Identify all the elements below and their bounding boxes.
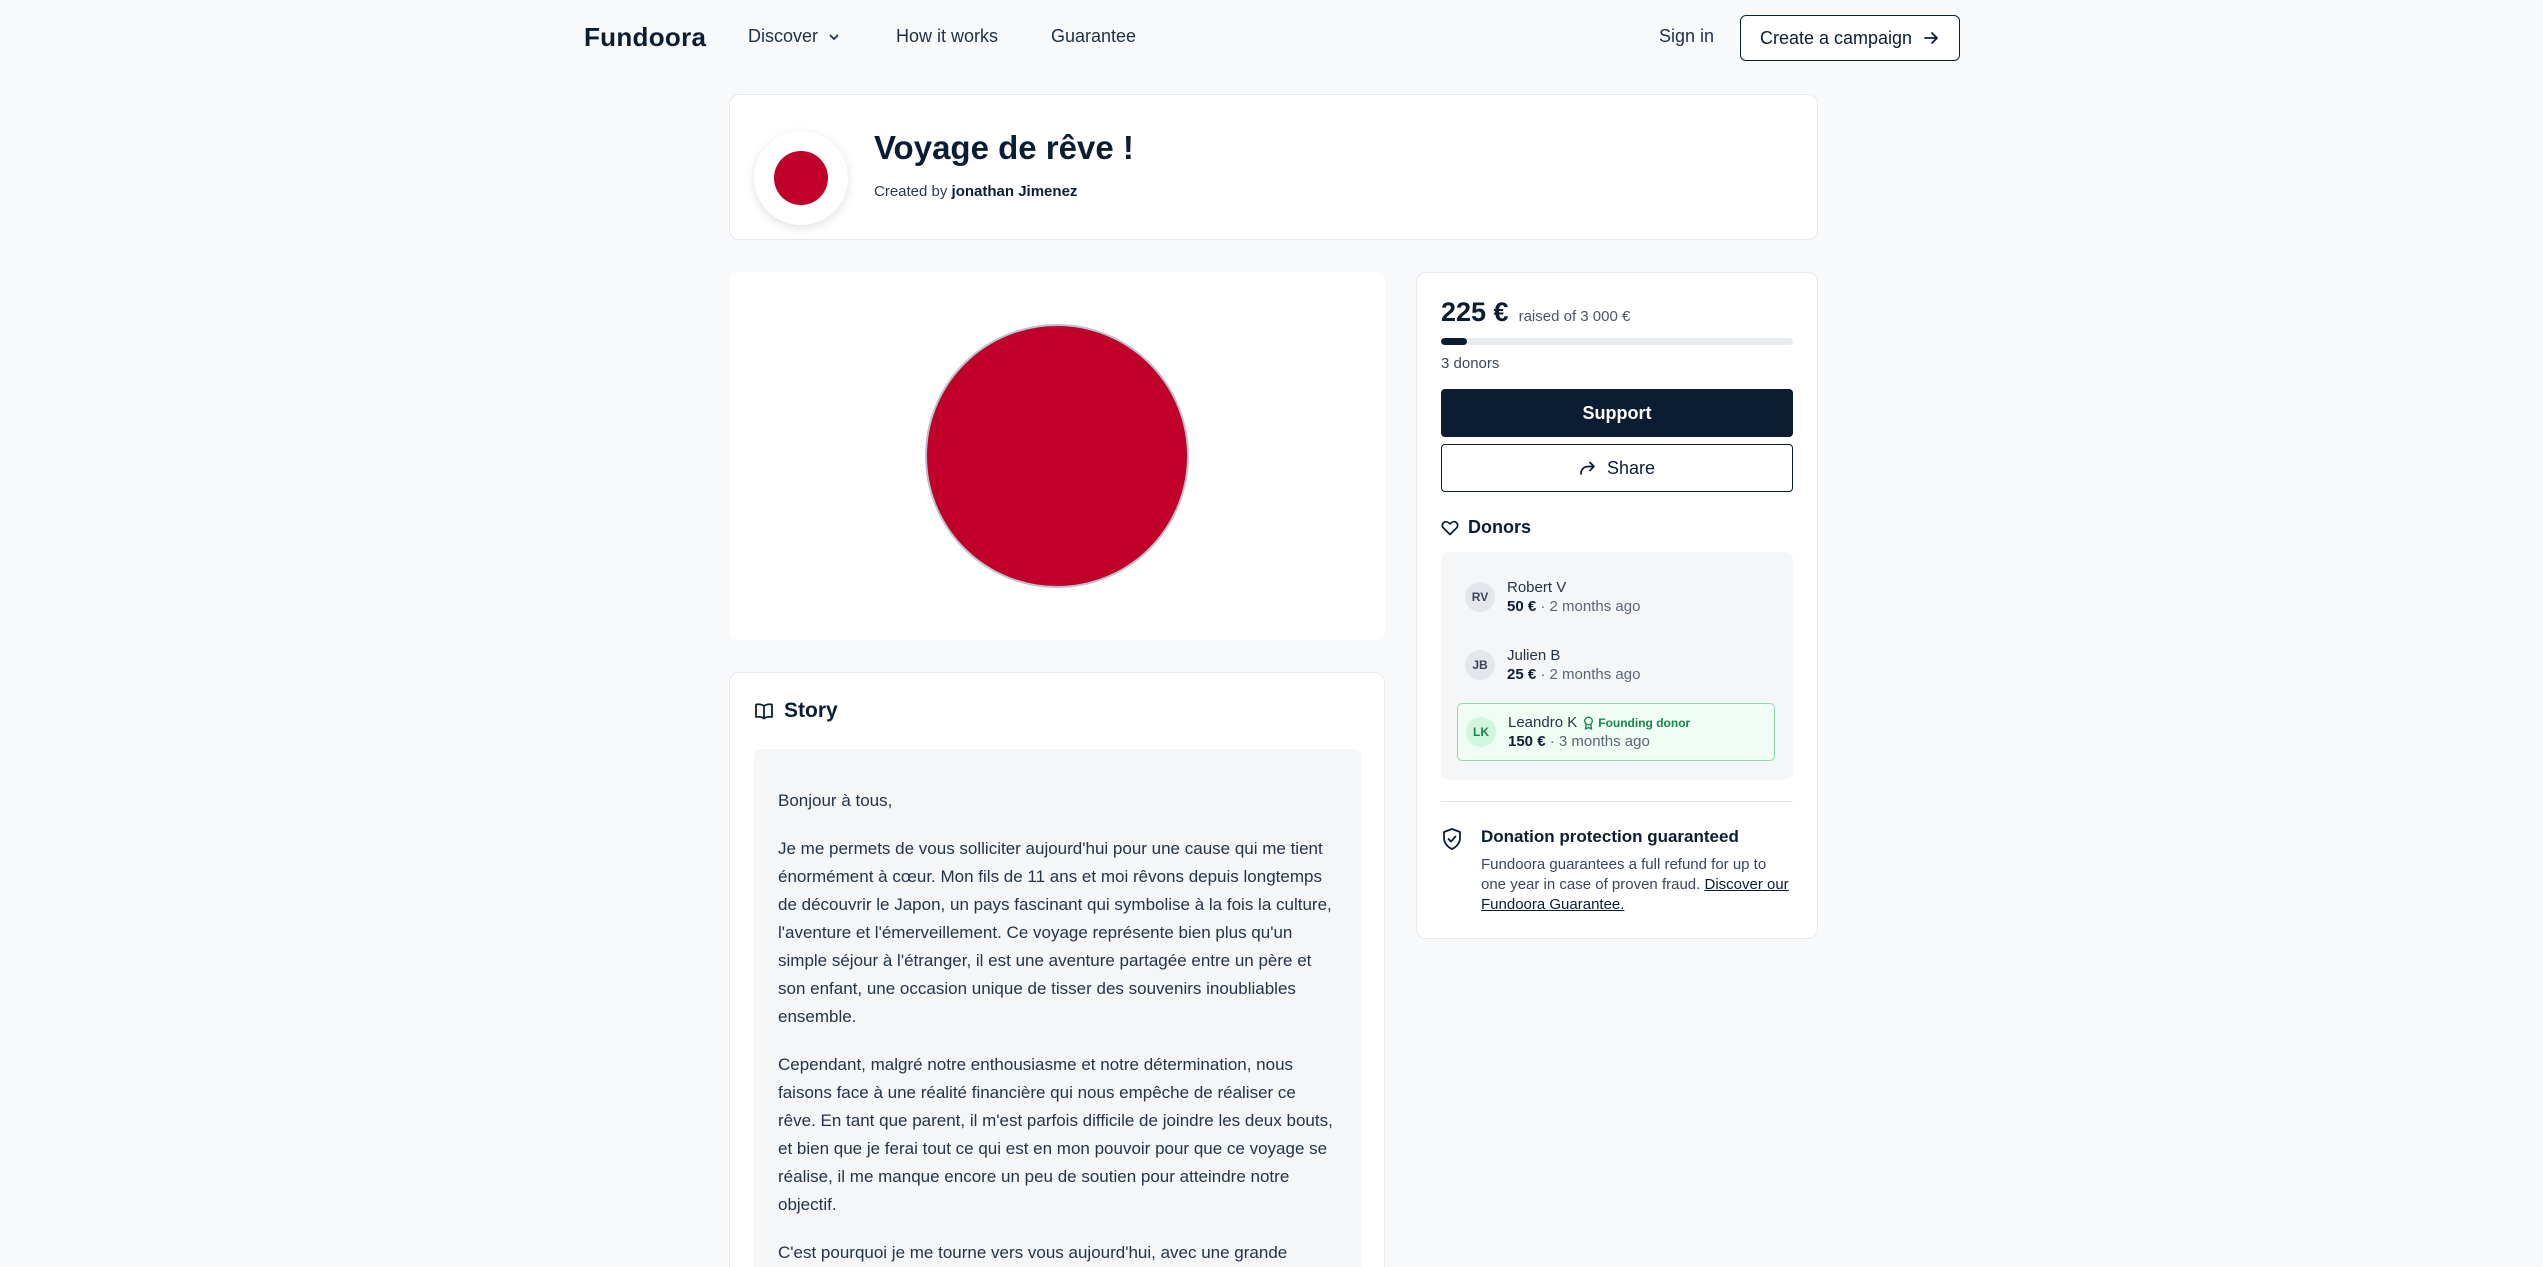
shield-check-icon bbox=[1443, 828, 1461, 850]
story-card: Story Bonjour à tous, Je me permets de v… bbox=[729, 672, 1385, 1267]
award-icon bbox=[1584, 716, 1594, 730]
sign-in-link[interactable]: Sign in bbox=[1659, 26, 1714, 47]
donor-meta: 150 € · 3 months ago bbox=[1508, 733, 1690, 750]
create-campaign-button[interactable]: Create a campaign bbox=[1740, 15, 1960, 61]
flag-dot bbox=[774, 151, 828, 205]
donors-count: 3 donors bbox=[1441, 355, 1500, 372]
donor-meta: 50 € · 2 months ago bbox=[1507, 598, 1640, 615]
progress-bar bbox=[1441, 338, 1793, 345]
story-heading-label: Story bbox=[784, 699, 838, 722]
created-by-label: Created by bbox=[874, 183, 948, 200]
campaign-avatar bbox=[754, 131, 848, 225]
donor-item-founding: LK Leandro K Founding donor 150 € · 3 mo… bbox=[1457, 703, 1775, 761]
story-paragraph: C'est pourquoi je me tourne vers vous au… bbox=[778, 1243, 1288, 1262]
donor-name: Robert V bbox=[1507, 579, 1567, 596]
story-paragraph: Bonjour à tous, bbox=[778, 791, 893, 810]
donor-item: JB Julien B 25 € · 2 months ago bbox=[1457, 636, 1775, 694]
donor-separator: · bbox=[1549, 733, 1555, 750]
donor-separator: · bbox=[1540, 598, 1546, 615]
donors-list: RV Robert V 50 € · 2 months ago JB Julie… bbox=[1441, 552, 1793, 780]
raised-goal: raised of 3 000 € bbox=[1518, 308, 1631, 325]
campaign-image bbox=[729, 272, 1385, 640]
donor-separator: · bbox=[1540, 666, 1546, 683]
logo[interactable]: Fundoora bbox=[584, 22, 706, 53]
share-arrow-icon bbox=[1580, 461, 1595, 475]
divider bbox=[1441, 801, 1793, 802]
founding-badge: Founding donor bbox=[1583, 716, 1690, 730]
donor-amount: 50 € bbox=[1507, 598, 1537, 615]
japan-flag-circle bbox=[925, 324, 1189, 588]
nav-how-it-works[interactable]: How it works bbox=[896, 26, 998, 47]
created-by: Created by jonathan Jimenez bbox=[874, 183, 1077, 200]
donor-time: 2 months ago bbox=[1549, 598, 1641, 615]
donor-amount: 25 € bbox=[1507, 666, 1537, 683]
donors-heading: Donors bbox=[1441, 517, 1531, 538]
book-open-icon bbox=[755, 703, 773, 720]
protection-text: Fundoora guarantees a full refund for up… bbox=[1481, 855, 1791, 915]
share-label: Share bbox=[1606, 457, 1656, 478]
funding-sidebar: 225 € raised of 3 000 € 3 donors Support… bbox=[1416, 272, 1818, 939]
campaign-title: Voyage de rêve ! bbox=[874, 129, 1134, 166]
donor-amount: 150 € bbox=[1508, 733, 1546, 750]
donor-avatar: JB bbox=[1465, 650, 1495, 680]
nav-guarantee[interactable]: Guarantee bbox=[1051, 26, 1136, 47]
support-button[interactable]: Support bbox=[1441, 389, 1793, 437]
progress-fill bbox=[1441, 338, 1468, 345]
donor-time: 3 months ago bbox=[1558, 733, 1650, 750]
donor-name: Julien B bbox=[1507, 647, 1561, 664]
campaign-header: Voyage de rêve ! Created by jonathan Jim… bbox=[729, 94, 1818, 240]
nav-discover-label: Discover bbox=[748, 26, 819, 46]
chevron-down-icon bbox=[829, 34, 839, 40]
protection-title: Donation protection guaranteed bbox=[1481, 827, 1739, 846]
story-paragraph: Cependant, malgré notre enthousiasme et … bbox=[778, 1055, 1333, 1214]
arrow-right-icon bbox=[1924, 32, 1938, 44]
story-body: Bonjour à tous, Je me permets de vous so… bbox=[754, 749, 1361, 1267]
raised-amount: 225 € bbox=[1441, 297, 1509, 327]
donor-avatar: RV bbox=[1465, 582, 1495, 612]
heart-icon bbox=[1441, 520, 1459, 535]
creator-name[interactable]: jonathan Jimenez bbox=[952, 183, 1078, 200]
raised-summary: 225 € raised of 3 000 € bbox=[1441, 297, 1630, 328]
nav-discover[interactable]: Discover bbox=[748, 26, 840, 47]
donors-heading-label: Donors bbox=[1468, 517, 1531, 537]
donor-avatar: LK bbox=[1466, 717, 1496, 747]
create-campaign-label: Create a campaign bbox=[1759, 27, 1913, 48]
donor-name: Leandro K bbox=[1508, 714, 1578, 731]
founding-badge-label: Founding donor bbox=[1598, 715, 1691, 730]
story-heading: Story bbox=[754, 699, 838, 723]
donor-name-row: Leandro K Founding donor bbox=[1508, 714, 1690, 731]
top-nav: Fundoora Discover How it works Guarantee… bbox=[0, 0, 2543, 75]
donor-time: 2 months ago bbox=[1549, 666, 1641, 683]
share-button[interactable]: Share bbox=[1441, 444, 1793, 492]
story-paragraph: Je me permets de vous solliciter aujourd… bbox=[778, 839, 1332, 1026]
donor-meta: 25 € · 2 months ago bbox=[1507, 666, 1640, 683]
donor-item: RV Robert V 50 € · 2 months ago bbox=[1457, 568, 1775, 626]
